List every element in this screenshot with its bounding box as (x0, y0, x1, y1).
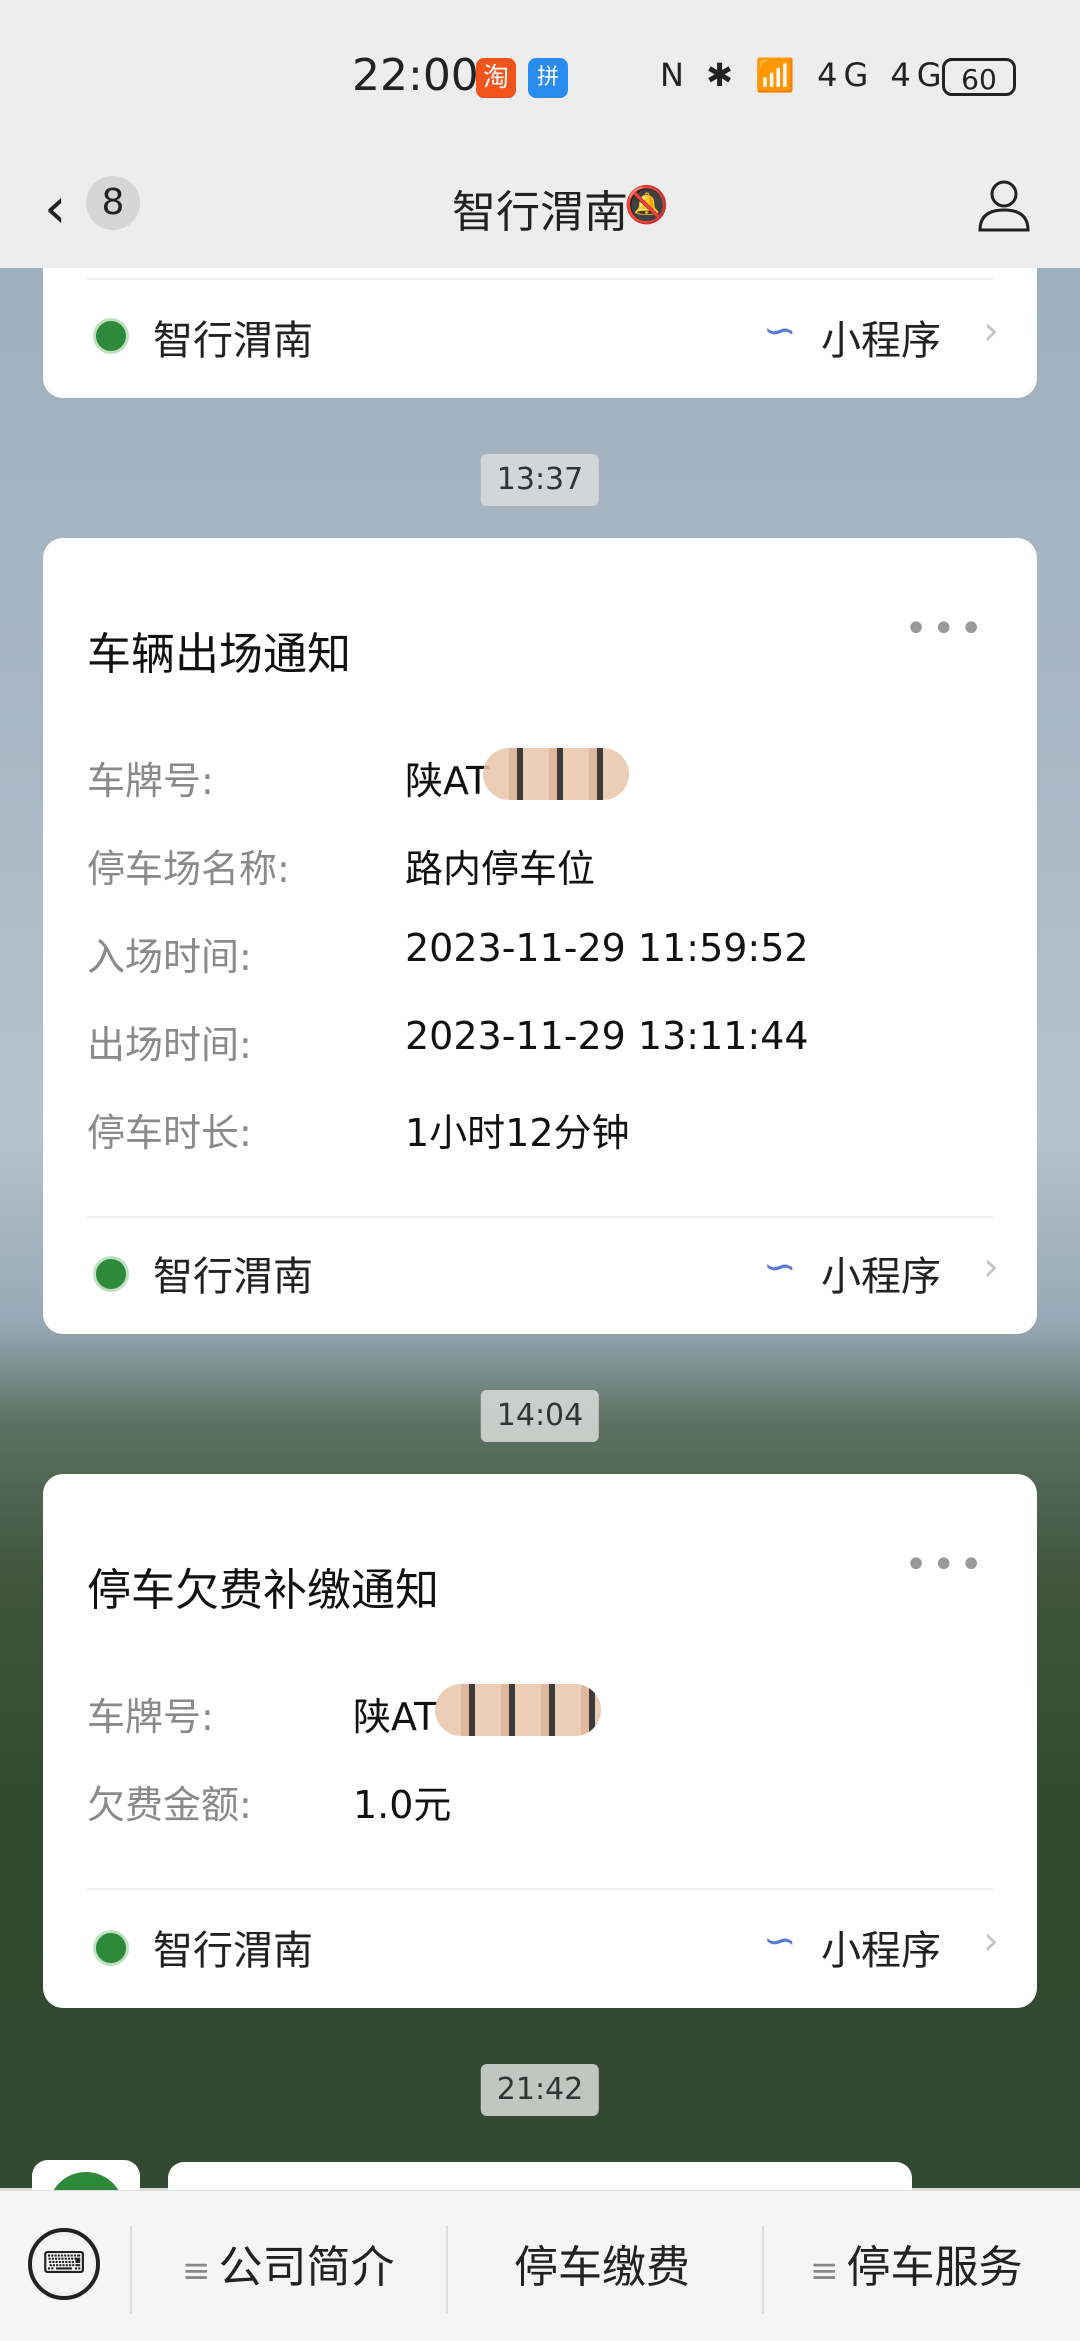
mini-program-label[interactable]: 小程序 (821, 1244, 941, 1302)
chevron-right-icon: › (983, 1244, 999, 1290)
mini-program-label[interactable]: 小程序 (821, 308, 941, 366)
plate-label: 车牌号: (87, 1695, 214, 1739)
menu-parking-service[interactable]: ≡ 停车服务 (810, 2232, 1023, 2304)
timestamp: 14:04 (480, 1390, 600, 1442)
redacted-plate (483, 748, 629, 800)
divider (762, 2226, 764, 2314)
card-title: 停车欠费补缴通知 (87, 1565, 439, 1616)
menu-parking-payment[interactable]: 停车缴费 (514, 2232, 690, 2304)
message-card[interactable]: 智行渭南 ∽ 小程序 › (43, 268, 1037, 398)
plate-value: 陕AT (353, 1695, 438, 1739)
mini-program-label[interactable]: 小程序 (821, 1918, 941, 1976)
arrears-notice-card[interactable]: 停车欠费补缴通知 ••• 车牌号: 陕AT 欠费金额: 1.0元 智行渭南 ∽ … (43, 1474, 1037, 2008)
zhixing-logo-icon (93, 1256, 129, 1292)
status-time: 22:00 (352, 50, 479, 101)
link-icon: ∽ (763, 1918, 797, 1964)
plate-value: 陕AT (405, 759, 490, 803)
entry-time-value: 2023-11-29 11:59:52 (405, 926, 809, 970)
menu-lines-icon: ≡ (810, 2251, 839, 2291)
account-name: 智行渭南 (153, 1254, 313, 1300)
zhixing-logo-icon (93, 1930, 129, 1966)
divider (87, 1216, 993, 1218)
menu-company-intro[interactable]: ≡ 公司简介 (182, 2232, 395, 2304)
link-icon: ∽ (763, 1244, 797, 1290)
card-title: 车辆出场通知 (87, 629, 351, 680)
more-dots-icon[interactable]: ••• (904, 1542, 987, 1588)
exit-time-label: 出场时间: (87, 1023, 252, 1067)
timestamp: 21:42 (480, 2064, 600, 2116)
zhixing-logo-icon (93, 318, 129, 354)
divider (87, 1888, 993, 1890)
chevron-right-icon: › (983, 1918, 999, 1964)
amount-label: 欠费金额: (87, 1783, 252, 1827)
page-title: 智行渭南 (452, 187, 628, 238)
redacted-plate (435, 1684, 601, 1736)
menu-label: 公司简介 (218, 2242, 395, 2293)
divider (87, 278, 993, 280)
chevron-right-icon: › (983, 308, 999, 354)
keyboard-icon[interactable]: ⌨ (28, 2228, 100, 2300)
account-name: 智行渭南 (153, 318, 313, 364)
exit-notice-card[interactable]: 车辆出场通知 ••• 车牌号: 陕AT 停车场名称: 路内停车位 入场时间: 2… (43, 538, 1037, 1334)
app-notification-icon: 拼 (528, 58, 568, 98)
account-name: 智行渭南 (153, 1928, 313, 1974)
timestamp: 13:37 (480, 454, 600, 506)
divider (130, 2226, 132, 2314)
person-icon[interactable] (974, 174, 1034, 234)
menu-lines-icon: ≡ (182, 2251, 211, 2291)
menu-label: 停车缴费 (514, 2242, 690, 2293)
duration-value: 1小时12分钟 (405, 1111, 630, 1155)
menu-label: 停车服务 (846, 2242, 1023, 2293)
battery-icon: 60 (942, 58, 1016, 96)
bell-muted-icon: 🔕 (624, 185, 669, 226)
divider (446, 2226, 448, 2314)
amount-value: 1.0元 (353, 1783, 452, 1827)
lot-name-value: 路内停车位 (405, 847, 596, 891)
plate-label: 车牌号: (87, 759, 214, 803)
duration-label: 停车时长: (87, 1111, 252, 1155)
entry-time-label: 入场时间: (87, 935, 252, 979)
link-icon: ∽ (763, 308, 797, 354)
lot-name-label: 停车场名称: (87, 847, 290, 891)
signal-icons: N ✱ 📶 4G 4G (660, 56, 948, 94)
more-dots-icon[interactable]: ••• (904, 606, 987, 652)
taobao-icon: 淘 (476, 58, 516, 98)
exit-time-value: 2023-11-29 13:11:44 (405, 1014, 809, 1058)
